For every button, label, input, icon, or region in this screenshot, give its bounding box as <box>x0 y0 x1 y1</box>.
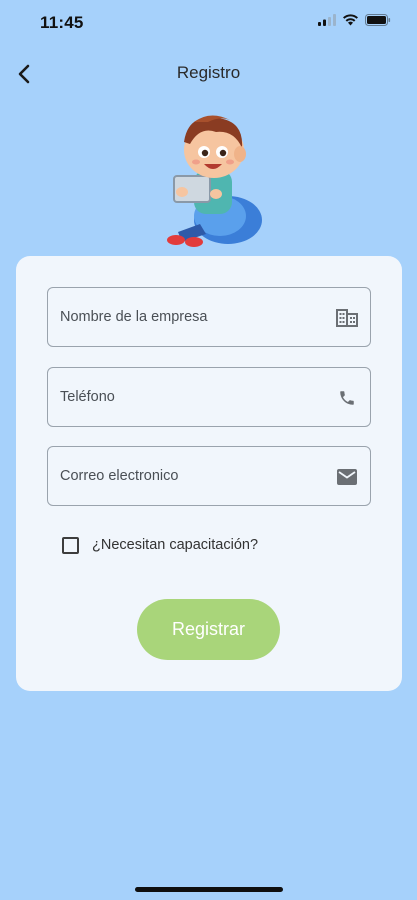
page-title: Registro <box>176 63 241 82</box>
status-time: 11:45 <box>40 13 84 32</box>
battery-icon <box>365 14 391 26</box>
wifi-icon <box>343 14 358 26</box>
registration-card: ¿Necesitan capacitación? Registrar <box>16 256 402 691</box>
email-input[interactable] <box>60 447 330 505</box>
phone-input[interactable] <box>60 368 330 426</box>
home-indicator <box>135 887 283 892</box>
signal-icon <box>318 14 336 26</box>
building-icon <box>336 307 358 329</box>
mail-icon <box>336 466 358 488</box>
company-name-field[interactable] <box>47 287 371 347</box>
training-checkbox-row[interactable]: ¿Necesitan capacitación? <box>62 535 258 555</box>
register-button[interactable]: Registrar <box>137 599 280 660</box>
nav-bar: Registro <box>0 52 417 96</box>
boy-mascot-illustration <box>167 115 262 247</box>
status-icons <box>318 14 391 26</box>
training-checkbox-label: ¿Necesitan capacitación? <box>92 537 259 553</box>
phone-field[interactable] <box>47 367 371 427</box>
email-field[interactable] <box>47 446 371 506</box>
phone-icon <box>336 387 358 409</box>
training-checkbox[interactable] <box>62 536 79 554</box>
company-name-input[interactable] <box>60 288 330 346</box>
status-bar: 11:45 <box>0 0 417 48</box>
